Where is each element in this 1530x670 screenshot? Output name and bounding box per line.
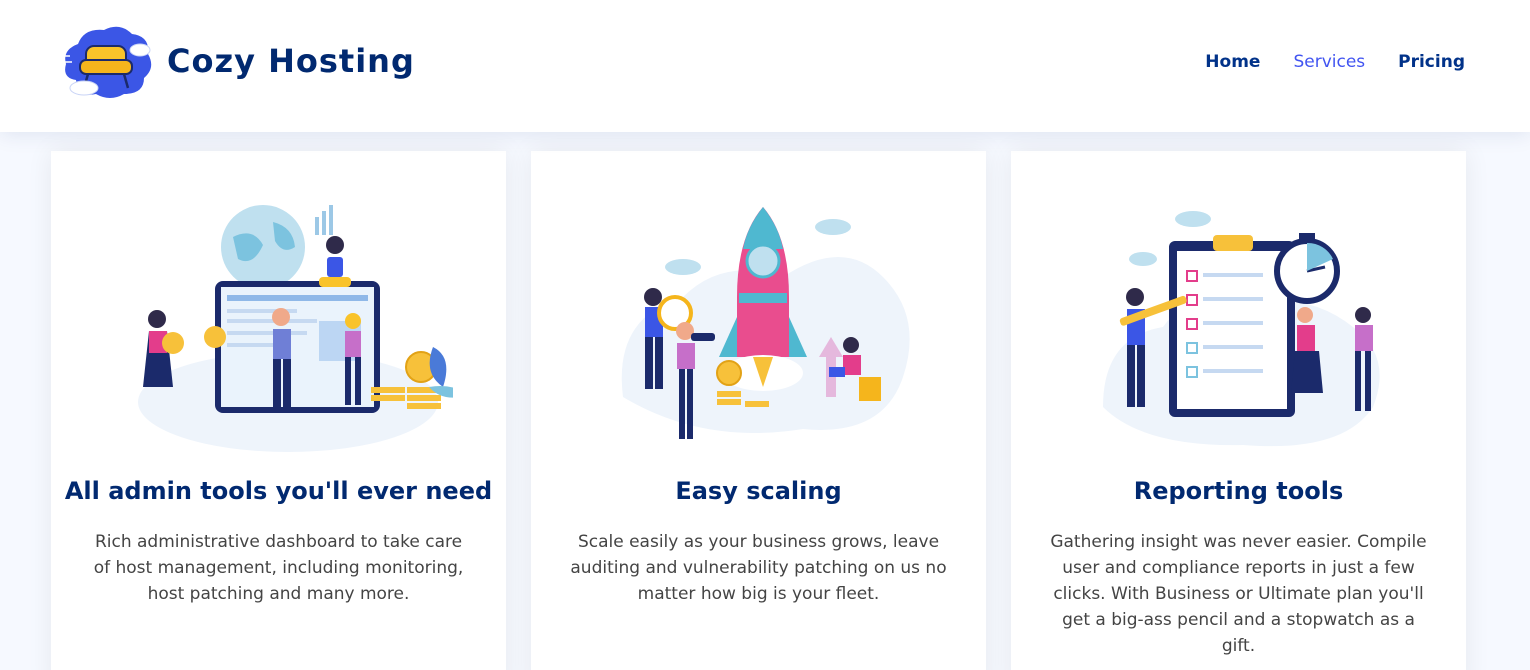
- nav-pricing[interactable]: Pricing: [1398, 52, 1465, 72]
- logo-icon[interactable]: [58, 20, 156, 102]
- brand-name[interactable]: Cozy Hosting: [167, 42, 415, 80]
- card-description: Gathering insight was never easier. Comp…: [1050, 532, 1427, 656]
- service-card-reporting-tools: Reporting tools Gathering insight was ne…: [1011, 151, 1466, 670]
- rocket-launch-illustration: [621, 207, 910, 439]
- card-title: Reporting tools: [1133, 477, 1344, 505]
- card-title: All admin tools you'll ever need: [64, 477, 493, 505]
- card-title: Easy scaling: [675, 477, 842, 505]
- clipboard-checklist-illustration: [1103, 211, 1380, 447]
- site-header: Cozy Hosting Home Services Pricing: [0, 0, 1530, 132]
- main-nav: Home Services Pricing: [1205, 52, 1465, 72]
- card-description: Scale easily as your business grows, lea…: [570, 532, 947, 604]
- admin-dashboard-illustration: [138, 205, 453, 452]
- service-card-easy-scaling: Easy scaling Scale easily as your busine…: [531, 151, 986, 670]
- card-description: Rich administrative dashboard to take ca…: [93, 532, 464, 604]
- service-card-admin-tools: All admin tools you'll ever need Rich ad…: [51, 151, 506, 670]
- nav-services[interactable]: Services: [1293, 52, 1365, 72]
- nav-home[interactable]: Home: [1205, 52, 1260, 72]
